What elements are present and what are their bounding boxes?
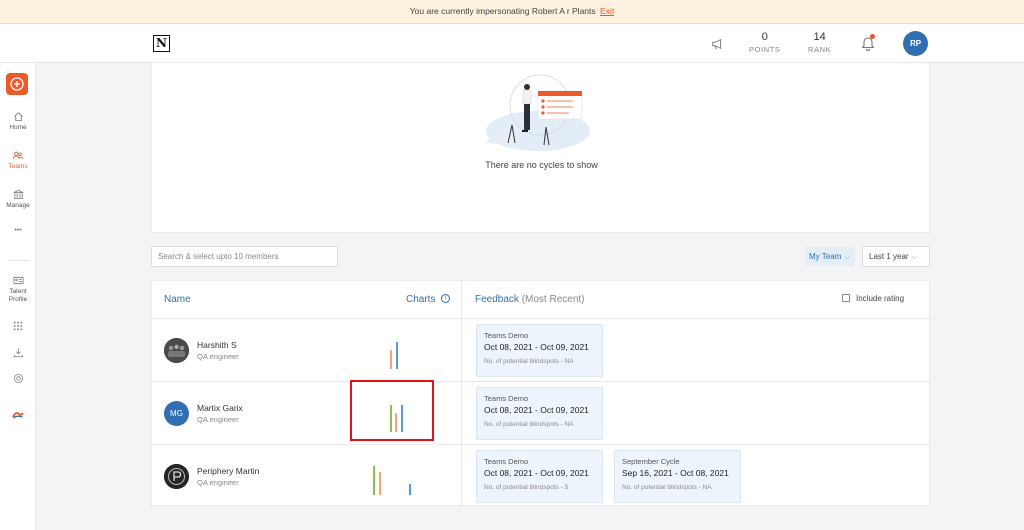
sidebar-item-support[interactable] [0, 373, 36, 384]
feedback-cycle: Teams Demo [484, 331, 529, 340]
period-select-value: Last 1 year [869, 252, 909, 261]
include-rating-toggle[interactable]: Include rating [842, 294, 904, 303]
table-row[interactable]: Harshith S QA engineer Teams Demo Oct 08… [152, 319, 931, 382]
feedback-cycle: September Cycle [622, 457, 680, 466]
member-role: QA engineer [197, 478, 239, 487]
points-label: POINTS [749, 45, 781, 54]
rank-value: 14 [813, 31, 826, 43]
support-icon [13, 373, 23, 384]
sidebar-item-home[interactable]: Home [0, 111, 36, 132]
feedback-card[interactable]: Teams Demo Oct 08, 2021 - Oct 09, 2021 N… [476, 387, 603, 440]
member-name[interactable]: Harshith S [197, 340, 237, 350]
feedback-dates: Oct 08, 2021 - Oct 09, 2021 [484, 468, 589, 478]
feedback-card[interactable]: Teams Demo Oct 08, 2021 - Oct 09, 2021 N… [476, 324, 603, 377]
team-select[interactable]: My Team ⌵ [805, 247, 855, 266]
include-rating-checkbox[interactable] [842, 294, 850, 302]
sidebar-item-label: Teams [8, 163, 28, 170]
profile-logo-icon [164, 464, 189, 489]
sidebar-item-label: Home [9, 124, 27, 131]
team-select-value: My Team [809, 252, 842, 261]
members-table: Name Charts i Feedback (Most Recent) Inc… [151, 280, 931, 508]
avatar: MG [164, 401, 189, 426]
rank-stat: 14 RANK [808, 31, 831, 54]
empty-state-illustration [486, 74, 590, 151]
empty-state-text: There are no cycles to show [485, 160, 598, 170]
chevron-down-icon: ⌵ [844, 254, 850, 261]
sidebar-item-label: Talent Profile [8, 288, 28, 303]
top-header: N 0 POINTS 14 RANK RP [0, 24, 1024, 63]
sidebar-item-talent-profile[interactable]: Talent Profile [0, 275, 36, 304]
sidebar-item-manage[interactable]: Manage [0, 189, 36, 210]
member-name[interactable]: Martix Garix [197, 403, 243, 413]
member-role: QA engineer [197, 352, 239, 361]
plus-circle-icon [10, 77, 24, 91]
teams-icon [12, 151, 24, 160]
chart-bar [379, 472, 381, 495]
sidebar-item-download[interactable] [0, 347, 36, 358]
chart-bar [373, 466, 375, 495]
app-logo[interactable]: N [153, 35, 170, 52]
member-role: QA engineer [197, 415, 239, 424]
more-icon: ••• [14, 227, 22, 234]
impersonation-banner: You are currently impersonating Robert A… [0, 0, 1024, 24]
member-search-input[interactable]: Search & select upto 10 members [151, 246, 338, 267]
avatar [164, 338, 189, 363]
points-stat: 0 POINTS [749, 31, 781, 54]
sidebar-item-brand[interactable] [0, 407, 36, 423]
sidebar-divider [8, 260, 28, 261]
feedback-column-header: Feedback (Most Recent) [475, 294, 585, 305]
grid-icon [13, 321, 23, 331]
points-value: 0 [761, 31, 768, 43]
feedback-dates: Oct 08, 2021 - Oct 09, 2021 [484, 342, 589, 352]
exit-link[interactable]: Exit [600, 6, 614, 16]
brand-icon [10, 407, 26, 423]
chart-highlight-box [350, 380, 434, 441]
sidebar-item-more[interactable]: ••• [0, 225, 36, 235]
feedback-header-sub: (Most Recent) [521, 294, 585, 305]
home-icon [13, 112, 23, 122]
chart-bar [396, 342, 398, 369]
member-name[interactable]: Periphery Martin [197, 466, 259, 476]
group-photo-icon [164, 338, 189, 363]
download-icon [13, 348, 23, 358]
sidebar: Home Teams Manage ••• Talent Profile [0, 63, 36, 530]
include-rating-label: Include rating [856, 294, 905, 303]
feedback-card[interactable]: September Cycle Sep 16, 2021 - Oct 08, 2… [614, 450, 741, 503]
id-card-icon [13, 276, 23, 285]
feedback-blindspots: No. of potential blindspots - NA [484, 421, 574, 428]
bank-icon [13, 189, 23, 200]
banner-text: You are currently impersonating Robert A… [409, 6, 596, 16]
name-column-header: Name [164, 294, 191, 305]
table-row[interactable]: Periphery Martin QA engineer Teams Demo … [152, 445, 931, 508]
feedback-blindspots: No. of potential blindspots - NA [622, 484, 712, 491]
user-avatar[interactable]: RP [903, 31, 928, 56]
table-row[interactable]: MG Martix Garix QA engineer Teams Demo O… [152, 382, 931, 445]
feedback-cycle: Teams Demo [484, 394, 529, 403]
rank-label: RANK [808, 45, 832, 54]
feedback-blindspots: No. of potential blindspots - 5 [484, 484, 569, 491]
info-icon[interactable]: i [441, 294, 450, 303]
chevron-down-icon: ⌵ [911, 254, 917, 261]
sidebar-item-grid[interactable] [0, 321, 36, 331]
feedback-dates: Sep 16, 2021 - Oct 08, 2021 [622, 468, 729, 478]
chart-bar [409, 484, 411, 495]
sidebar-item-label: Manage [6, 202, 30, 209]
feedback-header-label: Feedback [475, 294, 519, 305]
feedback-blindspots: No. of potential blindspots - NA [484, 358, 574, 365]
cycles-card: There are no cycles to show [151, 63, 930, 233]
megaphone-icon[interactable] [711, 37, 725, 51]
feedback-cycle: Teams Demo [484, 457, 529, 466]
chart-bar [390, 350, 392, 369]
sidebar-item-teams[interactable]: Teams [0, 150, 36, 171]
avatar [164, 464, 189, 489]
add-button[interactable] [6, 73, 28, 95]
feedback-dates: Oct 08, 2021 - Oct 09, 2021 [484, 405, 589, 415]
period-select[interactable]: Last 1 year ⌵ [862, 246, 930, 267]
charts-column-header: Charts [406, 294, 436, 305]
notification-dot [870, 34, 875, 39]
feedback-card[interactable]: Teams Demo Oct 08, 2021 - Oct 09, 2021 N… [476, 450, 603, 503]
